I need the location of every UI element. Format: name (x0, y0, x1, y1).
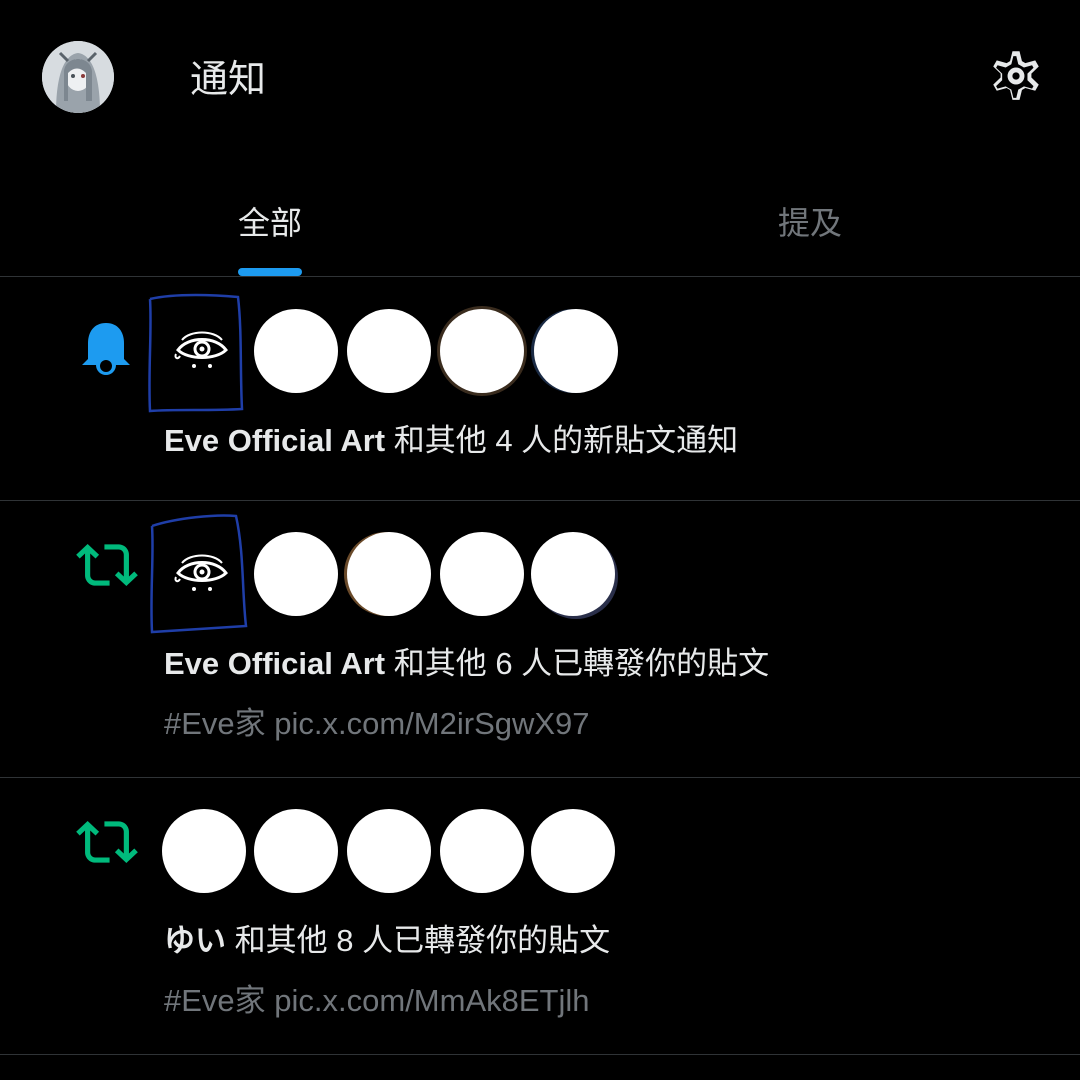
avatar[interactable] (254, 532, 338, 616)
retweet-icon (76, 811, 138, 871)
top-bar: 通知 (0, 0, 1080, 150)
notification-text: ゆい 和其他 8 人已轉發你的貼文 (164, 921, 610, 961)
notification-item[interactable]: Eve Official Art 和其他 6 人已轉發你的貼文 #Eve家 pi… (0, 500, 1080, 778)
avatar[interactable] (440, 309, 524, 393)
tab-mentions[interactable]: 提及 (540, 170, 1080, 276)
notification-text: Eve Official Art 和其他 6 人已轉發你的貼文 (164, 644, 769, 684)
eye-logo-icon (174, 331, 228, 368)
bell-icon (76, 317, 136, 377)
post-preview-text[interactable]: #Eve家 pic.x.com/M2irSgwX97 (164, 704, 590, 744)
notification-item[interactable]: ゆい 和其他 8 人已轉發你的貼文 #Eve家 pic.x.com/MmAk8E… (0, 777, 1080, 1055)
avatar-image (42, 41, 114, 113)
profile-avatar[interactable] (42, 41, 114, 113)
page-title: 通知 (190, 59, 267, 101)
avatar-eve-official-art[interactable] (160, 309, 244, 393)
avatar[interactable] (347, 809, 431, 893)
settings-button[interactable] (984, 44, 1048, 108)
avatar[interactable] (254, 309, 338, 393)
post-preview-text[interactable]: #Eve家 pic.x.com/MmAk8ETjlh (164, 981, 590, 1021)
tab-mentions-label: 提及 (777, 205, 842, 241)
notification-text: Eve Official Art 和其他 4 人的新貼文通知 (164, 421, 738, 461)
avatar[interactable] (162, 809, 246, 893)
avatar-eve-official-art[interactable] (160, 532, 244, 616)
actor-name[interactable]: Eve Official Art (164, 423, 385, 458)
actor-name[interactable]: ゆい (164, 923, 226, 958)
avatar[interactable] (531, 532, 615, 616)
avatar[interactable] (440, 532, 524, 616)
notification-message: 和其他 6 人已轉發你的貼文 (385, 646, 770, 681)
avatar[interactable] (254, 809, 338, 893)
tab-bar: 全部 提及 (0, 170, 1080, 277)
avatar[interactable] (531, 809, 615, 893)
notification-message: 和其他 8 人已轉發你的貼文 (226, 923, 611, 958)
avatar[interactable] (347, 309, 431, 393)
avatar[interactable] (440, 809, 524, 893)
actor-name[interactable]: Eve Official Art (164, 646, 385, 681)
notification-message: 和其他 4 人的新貼文通知 (385, 423, 739, 458)
avatar[interactable] (347, 532, 431, 616)
notification-item[interactable]: Eve Official Art 和其他 4 人的新貼文通知 (0, 277, 1080, 501)
gear-icon (993, 51, 1039, 100)
tab-all[interactable]: 全部 (0, 170, 540, 276)
tab-all-label: 全部 (237, 205, 302, 241)
active-tab-indicator (238, 268, 302, 276)
retweet-icon (76, 534, 138, 594)
eye-logo-icon (174, 554, 228, 591)
avatar[interactable] (534, 309, 618, 393)
